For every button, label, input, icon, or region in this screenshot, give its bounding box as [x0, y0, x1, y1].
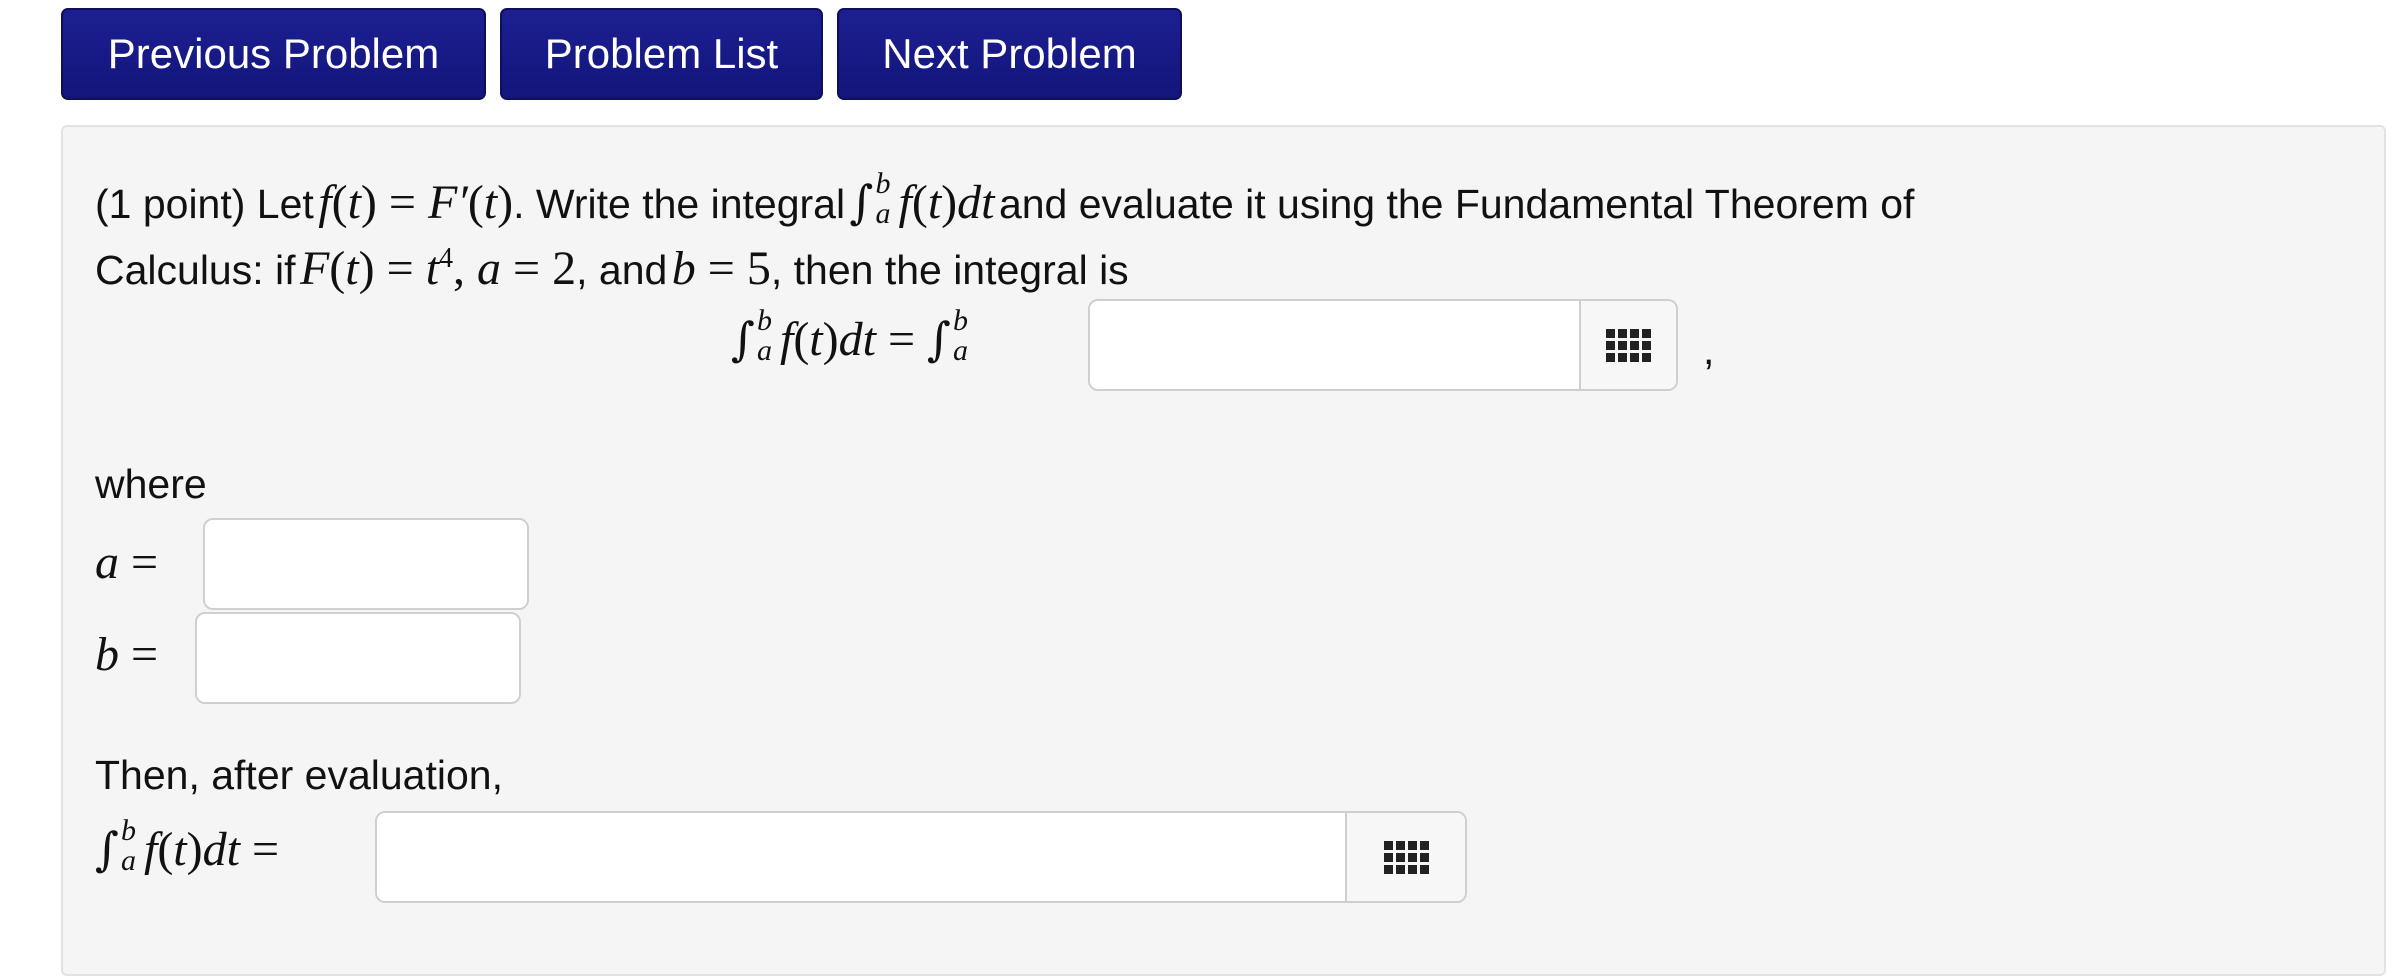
comma-after-integral: , [1703, 327, 1715, 373]
b-input[interactable] [197, 614, 519, 702]
equation-palette-button[interactable] [1345, 813, 1465, 901]
problem-list-button[interactable]: Problem List [500, 8, 823, 100]
b-label: b = [95, 628, 159, 681]
next-problem-button[interactable]: Next Problem [837, 8, 1182, 100]
equation-palette-button[interactable] [1579, 301, 1676, 389]
integrand-answer-box [1088, 299, 1678, 391]
equation-palette-icon [1606, 328, 1651, 362]
F-definition: F(t) = t4, a = 2 [299, 242, 577, 295]
calculus-if-text: Calculus: if [95, 247, 296, 293]
integrand-input[interactable] [1090, 301, 1579, 389]
problem-panel: (1 point) Let f(t) = F′(t) . Write the i… [61, 125, 2386, 976]
write-integral-text: . Write the integral [513, 181, 846, 227]
then-integral-text: , then the integral is [770, 247, 1129, 293]
integral-expression: ∫ b a f(t)dt [849, 166, 995, 230]
integral-lhs: ∫ b a f(t)dt = ∫ b a [731, 303, 969, 367]
b-definition: b = 5 [671, 242, 771, 295]
result-answer-box [375, 811, 1467, 903]
result-integral-label: ∫ b a f(t)dt = [95, 813, 280, 877]
where-label: where [95, 461, 207, 507]
then-after-evaluation-label: Then, after evaluation, [95, 752, 503, 798]
problem-navigation: Previous Problem Problem List Next Probl… [61, 8, 1182, 100]
b-answer-box [195, 612, 521, 704]
points-label: (1 point) Let [95, 181, 314, 227]
result-input[interactable] [377, 813, 1345, 901]
evaluate-text: and evaluate it using the Fundamental Th… [998, 181, 1915, 227]
problem-statement-line-2: Calculus: if F(t) = t4, a = 2 , and b = … [95, 241, 1129, 296]
a-answer-box [203, 518, 529, 610]
previous-problem-button[interactable]: Previous Problem [61, 8, 486, 100]
problem-statement-line-1: (1 point) Let f(t) = F′(t) . Write the i… [95, 166, 1915, 237]
and-text: , and [576, 247, 668, 293]
a-input[interactable] [205, 520, 527, 608]
equation-palette-icon [1383, 840, 1429, 874]
f-definition: f(t) = F′(t) [318, 176, 514, 229]
integral-equation: ∫ b a f(t)dt = ∫ b a [731, 303, 976, 374]
a-label: a = [95, 536, 159, 589]
